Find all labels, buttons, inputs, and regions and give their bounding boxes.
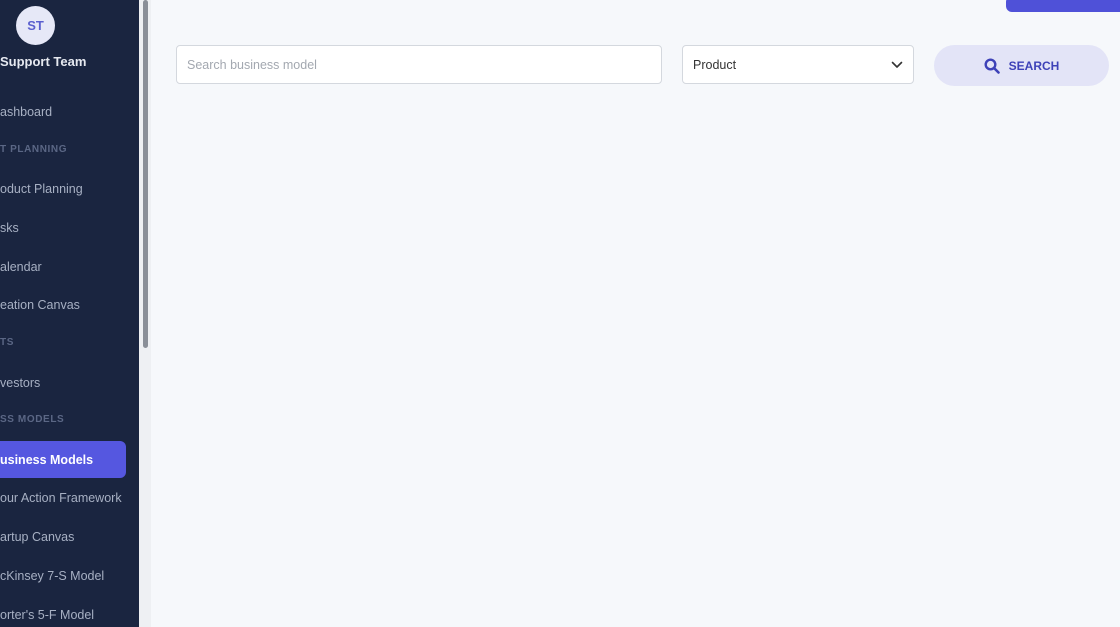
- sidebar-item-investors[interactable]: vestors: [0, 364, 126, 401]
- sidebar-item-label: alendar: [0, 259, 42, 274]
- search-button-label: SEARCH: [1008, 58, 1060, 73]
- sidebar-item-label: eation Canvas: [0, 297, 80, 312]
- avatar[interactable]: ST: [16, 6, 55, 45]
- sidebar-item-label: ashboard: [0, 104, 53, 119]
- sidebar-item-tasks[interactable]: sks: [0, 209, 126, 246]
- section-label-investments: TS: [0, 337, 14, 348]
- sidebar-item-label: cKinsey 7-S Model: [0, 568, 105, 583]
- sidebar-item-creation-canvas[interactable]: eation Canvas: [0, 286, 126, 323]
- sidebar-item-product-planning[interactable]: oduct Planning: [0, 170, 126, 207]
- sidebar-item-mckinsey-7s[interactable]: cKinsey 7-S Model: [0, 557, 126, 594]
- sidebar-item-dashboard[interactable]: ashboard: [0, 93, 126, 130]
- sidebar-item-calendar[interactable]: alendar: [0, 248, 126, 285]
- sidebar-item-label: sks: [0, 220, 19, 235]
- top-action-button[interactable]: [1006, 0, 1120, 12]
- team-name: Support Team: [0, 54, 87, 69]
- category-select[interactable]: Product: [682, 45, 914, 84]
- section-label-planning: T PLANNING: [0, 144, 68, 155]
- search-button[interactable]: SEARCH: [934, 45, 1109, 86]
- section-label-business-models: SS MODELS: [0, 414, 65, 425]
- sidebar-item-label: orter's 5-F Model: [0, 607, 95, 622]
- sidebar-item-porters-5f[interactable]: orter's 5-F Model: [0, 596, 126, 627]
- search-input[interactable]: [176, 45, 662, 84]
- sidebar-item-startup-canvas[interactable]: artup Canvas: [0, 518, 126, 555]
- sidebar-item-label: our Action Framework: [0, 490, 122, 505]
- sidebar-item-label: vestors: [0, 375, 41, 390]
- sidebar-item-four-action-framework[interactable]: our Action Framework: [0, 479, 126, 516]
- sidebar: ST Support Team ashboard T PLANNING oduc…: [0, 0, 139, 627]
- chevron-down-icon: [891, 61, 903, 69]
- sidebar-scrollbar-thumb[interactable]: [143, 0, 148, 348]
- category-select-value: Product: [693, 57, 737, 72]
- sidebar-item-label: usiness Models: [0, 452, 94, 467]
- sidebar-item-business-models[interactable]: usiness Models: [0, 441, 126, 478]
- sidebar-item-label: oduct Planning: [0, 181, 83, 196]
- sidebar-item-label: artup Canvas: [0, 529, 75, 544]
- search-icon: [984, 57, 1000, 74]
